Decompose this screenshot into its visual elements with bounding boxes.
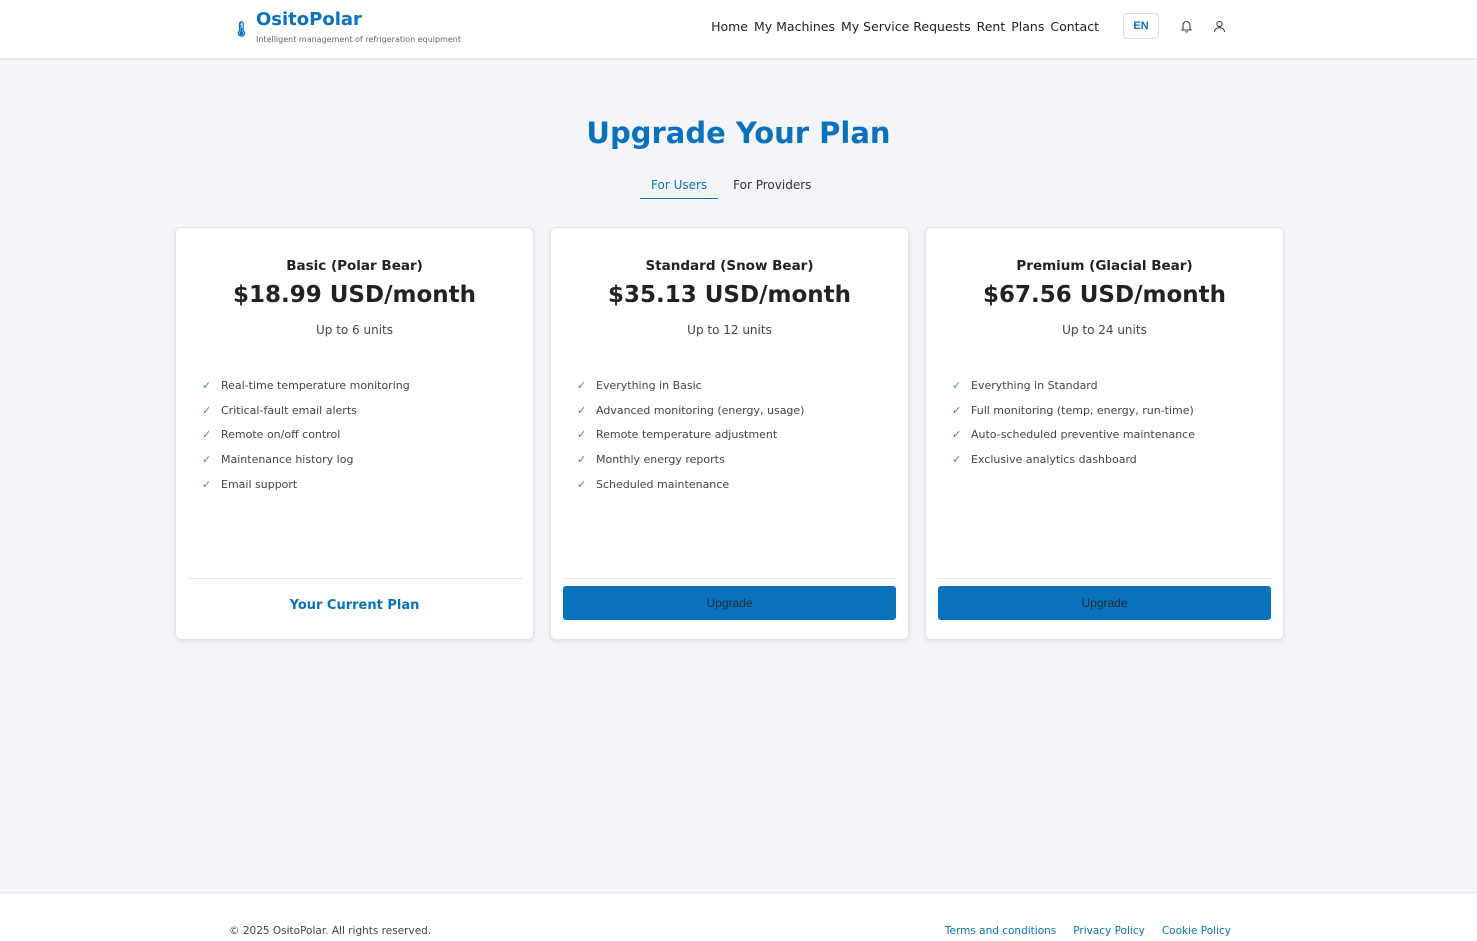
check-icon: ✓ — [202, 378, 212, 392]
nav-my-machines[interactable]: My Machines — [754, 19, 835, 34]
plan-name: Standard (Snow Bear) — [645, 258, 814, 274]
check-icon: ✓ — [577, 403, 587, 417]
upgrade-button-standard[interactable]: Upgrade — [563, 586, 896, 620]
check-icon: ✓ — [577, 378, 587, 392]
check-icon: ✓ — [952, 403, 962, 417]
page-footer: © 2025 OsitoPolar. All rights reserved. … — [0, 892, 1477, 941]
feature-text: Everything in Basic — [596, 378, 702, 392]
feature-text: Advanced monitoring (energy, usage) — [596, 403, 805, 417]
brand-tagline: Intelligent management of refrigeration … — [256, 35, 462, 44]
feature-text: Real-time temperature monitoring — [221, 378, 410, 392]
footer-link-cookies[interactable]: Cookie Policy — [1162, 925, 1231, 937]
main-nav: Home My Machines My Service Requests Ren… — [711, 19, 1099, 34]
nav-home[interactable]: Home — [711, 19, 748, 34]
footer-links: Terms and conditions Privacy Policy Cook… — [945, 925, 1231, 937]
feature-item: ✓ Advanced monitoring (energy, usage) — [577, 398, 804, 423]
feature-item: ✓ Auto-scheduled preventive maintenance — [952, 423, 1195, 448]
feature-item: ✓ Email support — [202, 472, 410, 497]
nav-plans[interactable]: Plans — [1011, 19, 1044, 34]
feature-item: ✓ Full monitoring (temp, energy, run-time… — [952, 398, 1195, 423]
feature-item: ✓ Exclusive analytics dashboard — [952, 447, 1195, 472]
nav-my-service-requests[interactable]: My Service Requests — [841, 19, 971, 34]
feature-item: ✓ Everything in Basic — [577, 373, 804, 398]
nav-rent[interactable]: Rent — [977, 19, 1006, 34]
footer-link-terms[interactable]: Terms and conditions — [945, 925, 1056, 937]
bell-icon[interactable] — [1177, 17, 1195, 35]
feature-text: Exclusive analytics dashboard — [971, 453, 1137, 467]
feature-text: Email support — [221, 478, 298, 492]
feature-item: ✓ Critical-fault email alerts — [202, 398, 410, 423]
feature-text: Monthly energy reports — [596, 453, 725, 467]
check-icon: ✓ — [202, 428, 212, 442]
plan-name: Basic (Polar Bear) — [286, 258, 423, 274]
plan-units: Up to 24 units — [1062, 323, 1147, 337]
feature-text: Everything in Standard — [971, 378, 1098, 392]
feature-item: ✓ Real-time temperature monitoring — [202, 373, 410, 398]
feature-item: ✓ Remote on/off control — [202, 423, 410, 448]
check-icon: ✓ — [952, 453, 962, 467]
plan-units: Up to 12 units — [687, 323, 772, 337]
copyright-text: © 2025 OsitoPolar. All rights reserved. — [229, 925, 432, 937]
check-icon: ✓ — [952, 378, 962, 392]
feature-list: ✓ Real-time temperature monitoring ✓ Criti… — [202, 373, 410, 497]
check-icon: ✓ — [577, 428, 587, 442]
plan-price: $35.13 USD/month — [607, 282, 851, 308]
check-icon: ✓ — [577, 453, 587, 467]
card-divider — [562, 578, 897, 579]
check-icon: ✓ — [202, 453, 212, 467]
check-icon: ✓ — [202, 403, 212, 417]
check-icon: ✓ — [952, 428, 962, 442]
card-divider — [937, 578, 1272, 579]
plan-card-basic: Basic (Polar Bear) $18.99 USD/month Up t… — [175, 227, 534, 640]
feature-item: ✓ Monthly energy reports — [577, 447, 804, 472]
plan-price: $67.56 USD/month — [982, 282, 1226, 308]
tab-for-users[interactable]: For Users — [640, 176, 719, 199]
brand-name[interactable]: OsitoPolar — [256, 9, 362, 30]
upgrade-button-premium[interactable]: Upgrade — [938, 586, 1271, 620]
audience-tabs: For Users For Providers — [640, 176, 822, 199]
feature-text: Maintenance history log — [221, 453, 354, 467]
feature-text: Auto-scheduled preventive maintenance — [971, 428, 1195, 442]
language-button[interactable]: EN — [1123, 13, 1159, 39]
plan-price: $18.99 USD/month — [232, 282, 476, 308]
plan-card-standard: Standard (Snow Bear) $35.13 USD/month Up… — [550, 227, 909, 640]
plan-units: Up to 6 units — [315, 323, 394, 337]
feature-item: ✓ Everything in Standard — [952, 373, 1195, 398]
feature-list: ✓ Everything in Standard ✓ Full monitoring… — [952, 373, 1195, 472]
feature-text: Remote on/off control — [221, 428, 341, 442]
thermometer-icon: 🌡︎ — [232, 20, 252, 38]
current-plan-label: Your Current Plan — [289, 598, 420, 613]
feature-item: ✓ Scheduled maintenance — [577, 472, 804, 497]
plan-name: Premium (Glacial Bear) — [1016, 258, 1193, 274]
top-header: 🌡︎ OsitoPolar Intelligent management of … — [0, 0, 1477, 59]
user-icon[interactable] — [1210, 17, 1228, 35]
nav-contact[interactable]: Contact — [1050, 19, 1099, 34]
check-icon: ✓ — [202, 478, 212, 492]
feature-text: Scheduled maintenance — [596, 478, 730, 492]
feature-text: Full monitoring (temp, energy, run-time) — [971, 403, 1194, 417]
card-divider — [187, 578, 522, 579]
feature-text: Critical-fault email alerts — [221, 403, 357, 417]
page-title: Upgrade Your Plan — [586, 116, 891, 150]
feature-item: ✓ Remote temperature adjustment — [577, 423, 804, 448]
feature-text: Remote temperature adjustment — [596, 428, 778, 442]
plan-card-premium: Premium (Glacial Bear) $67.56 USD/month … — [925, 227, 1284, 640]
check-icon: ✓ — [577, 478, 587, 492]
tab-for-providers[interactable]: For Providers — [722, 176, 822, 199]
feature-item: ✓ Maintenance history log — [202, 447, 410, 472]
feature-list: ✓ Everything in Basic ✓ Advanced monitorin… — [577, 373, 804, 497]
footer-link-privacy[interactable]: Privacy Policy — [1073, 925, 1145, 937]
